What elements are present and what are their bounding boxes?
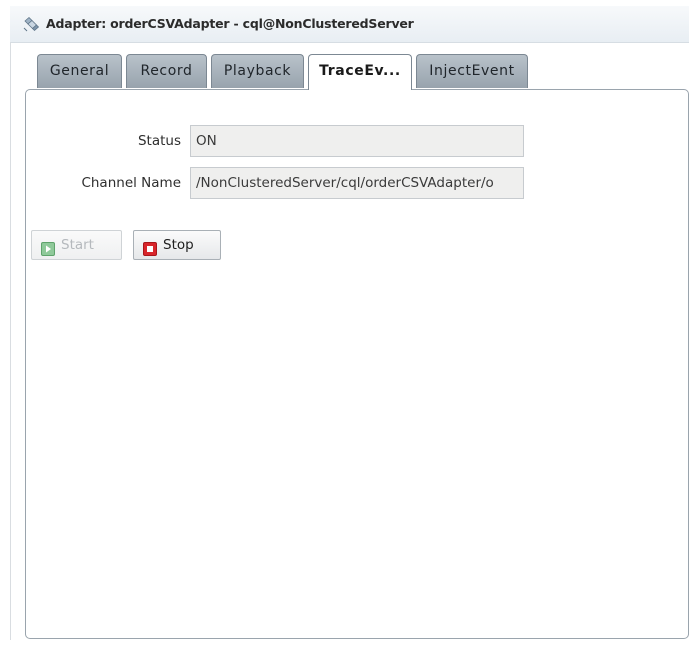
start-button[interactable]: Start: [31, 230, 122, 260]
tab-inject-event[interactable]: InjectEvent: [416, 54, 528, 88]
tab-general[interactable]: General: [37, 54, 122, 88]
start-button-label: Start: [61, 237, 94, 253]
window-title-bar: Adapter: orderCSVAdapter - cql@NonCluste…: [10, 6, 689, 43]
stop-button[interactable]: Stop: [133, 230, 221, 260]
status-field: ON: [190, 125, 524, 157]
window-title: Adapter: orderCSVAdapter - cql@NonCluste…: [46, 16, 414, 31]
tab-playback[interactable]: Playback: [211, 54, 304, 88]
stop-button-label: Stop: [163, 237, 194, 253]
channel-name-field: /NonClusteredServer/cql/orderCSVAdapter/…: [190, 167, 524, 199]
tab-record[interactable]: Record: [126, 54, 207, 88]
tab-trace-event[interactable]: TraceEv...: [308, 54, 412, 90]
window-left-border: [10, 42, 11, 640]
play-icon: [41, 238, 55, 256]
adapter-window: Adapter: orderCSVAdapter - cql@NonCluste…: [10, 6, 689, 640]
status-label: Status: [137, 133, 181, 149]
trace-event-panel: Status ON Channel Name /NonClusteredServ…: [25, 89, 689, 639]
adapter-icon: [22, 16, 40, 34]
channel-name-label: Channel Name: [81, 175, 181, 191]
stop-icon: [143, 238, 157, 256]
